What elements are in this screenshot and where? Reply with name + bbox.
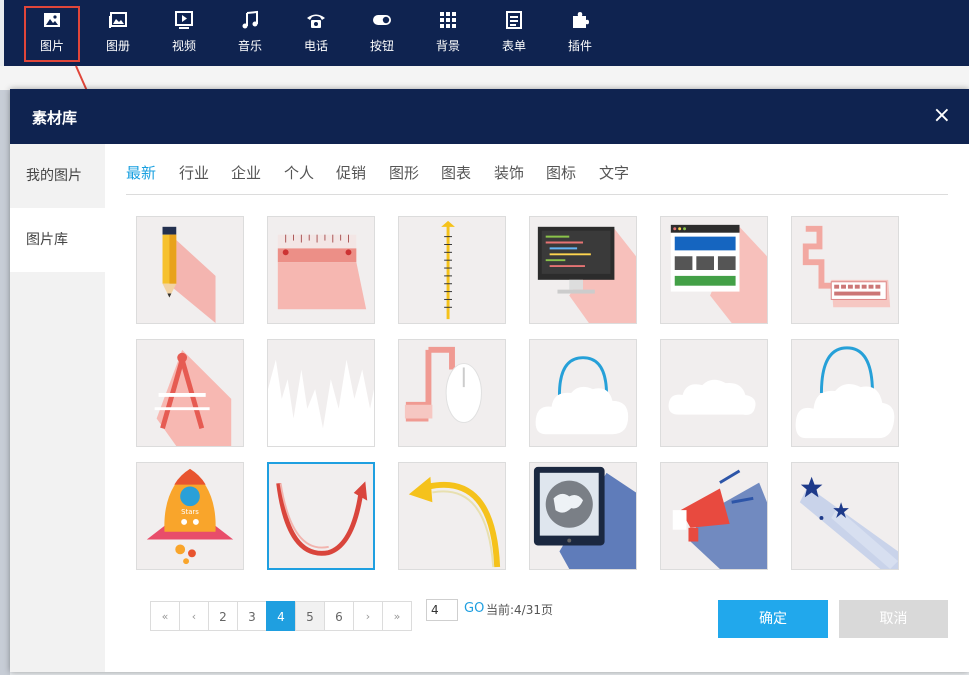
toolbar-image-button[interactable]: 图片 [24,6,80,62]
toolbar-form-button[interactable]: 表单 [486,6,542,62]
thumb-cloud[interactable] [660,339,768,447]
phone-icon [288,10,344,34]
cloud-icon [668,379,756,415]
ruler-icon [277,234,367,310]
webpage-layout-icon [670,224,767,323]
rocket-icon: Stars [146,468,234,565]
page-button[interactable]: 5 [295,601,325,631]
thumb-compass[interactable] [136,339,244,447]
toggle-icon [354,10,410,34]
thumb-webpage[interactable] [660,216,768,324]
thumb-shooting-stars[interactable] [791,462,899,570]
tablet-globe-icon [533,466,636,569]
thumb-tablet-globe[interactable] [529,462,637,570]
pencil-icon [162,226,216,323]
thumb-mouse[interactable] [398,339,506,447]
toolbar-label: 按钮 [369,39,394,53]
sidebar-item-image-library[interactable]: 图片库 [10,208,105,272]
confirm-button[interactable]: 确定 [718,600,828,638]
page-button[interactable]: 6 [324,601,354,631]
page-button-current[interactable]: 4 [266,601,296,631]
skyline-icon [268,359,374,446]
tab-charts[interactable]: 图表 [441,162,471,183]
tab-text[interactable]: 文字 [599,162,629,183]
tab-decoration[interactable]: 装饰 [494,162,524,183]
album-icon [90,10,146,34]
puzzle-icon [552,10,608,34]
measuring-tape-icon [441,220,455,320]
thumb-red-arrow-curve[interactable] [267,462,375,570]
thumb-measure[interactable] [398,216,506,324]
code-monitor-icon [537,226,636,323]
computer-mouse-icon [404,346,482,423]
thumb-yellow-arrow[interactable] [398,462,506,570]
dialog-sidebar: 我的图片 图片库 [10,144,105,672]
thumb-rocket[interactable]: Stars [136,462,244,570]
toolbar-video-button[interactable]: 视频 [156,6,212,62]
keyboard-cable-icon [802,225,891,308]
tab-promotion[interactable]: 促销 [336,162,366,183]
tab-shapes[interactable]: 图形 [389,162,419,183]
close-icon[interactable]: × [933,103,951,128]
toolbar-label: 音乐 [237,39,262,53]
thumb-pencil[interactable] [136,216,244,324]
dialog-title: 素材库 [32,109,78,127]
curved-arrow-icon [276,481,368,556]
toolbar-label: 图册 [105,39,130,53]
toolbar-label: 背景 [435,39,460,53]
page-last-button[interactable]: » [382,601,412,631]
thumb-keyboard[interactable] [791,216,899,324]
shooting-stars-icon [799,476,898,569]
page-button[interactable]: 2 [208,601,238,631]
sidebar-item-my-images[interactable]: 我的图片 [10,144,105,208]
cloud-bag-icon [535,356,629,435]
background-page [0,66,969,90]
cancel-button[interactable]: 取消 [839,600,948,638]
tab-industry[interactable]: 行业 [179,162,209,183]
page-number-input[interactable] [426,599,458,621]
toolbar-label: 电话 [303,39,328,53]
category-tabs: 最新 行业 企业 个人 促销 图形 图表 装饰 图标 文字 [126,144,948,195]
thumb-cloud-handle[interactable] [529,339,637,447]
rocket-badge-text: Stars [181,508,199,516]
video-icon [156,10,212,34]
toolbar-background-button[interactable]: 背景 [420,6,476,62]
toolbar-label: 表单 [501,39,526,53]
toolbar-button-button[interactable]: 按钮 [354,6,410,62]
tab-personal[interactable]: 个人 [284,162,314,183]
tab-enterprise[interactable]: 企业 [231,162,261,183]
thumb-code-monitor[interactable] [529,216,637,324]
toolbar-label: 视频 [171,39,196,53]
current-page-indicator: 当前:4/31页 [486,603,553,617]
material-library-dialog: 素材库 × 我的图片 图片库 最新 行业 企业 个人 促销 图形 图表 装饰 图… [10,89,969,672]
top-toolbar: 图片 图册 视频 音乐 电话 按钮 背景 表单 插件 [4,0,969,66]
page-next-button[interactable]: › [353,601,383,631]
tab-icons[interactable]: 图标 [546,162,576,183]
yellow-arc-arrow-icon [408,476,501,568]
compass-icon [154,349,232,446]
megaphone-icon [672,469,767,569]
toolbar-plugin-button[interactable]: 插件 [552,6,608,62]
thumb-cloud-arc[interactable] [791,339,899,447]
toolbar-album-button[interactable]: 图册 [90,6,146,62]
page-prev-button[interactable]: ‹ [179,601,209,631]
thumb-megaphone[interactable] [660,462,768,570]
toolbar-label: 图片 [39,39,64,53]
page-first-button[interactable]: « [150,601,180,631]
form-icon [486,10,542,34]
thumb-ruler[interactable] [267,216,375,324]
page-button[interactable]: 3 [237,601,267,631]
toolbar-label: 插件 [567,39,592,53]
music-note-icon [222,10,278,34]
dialog-header: 素材库 × [10,89,969,144]
go-button[interactable]: GO [464,601,484,616]
thumb-city-skyline[interactable] [267,339,375,447]
tab-latest[interactable]: 最新 [126,162,156,183]
toolbar-phone-button[interactable]: 电话 [288,6,344,62]
cloud-arc-icon [795,346,895,439]
background-page-edge [0,90,10,675]
grid-icon [420,10,476,34]
toolbar-music-button[interactable]: 音乐 [222,6,278,62]
image-icon [24,10,80,34]
